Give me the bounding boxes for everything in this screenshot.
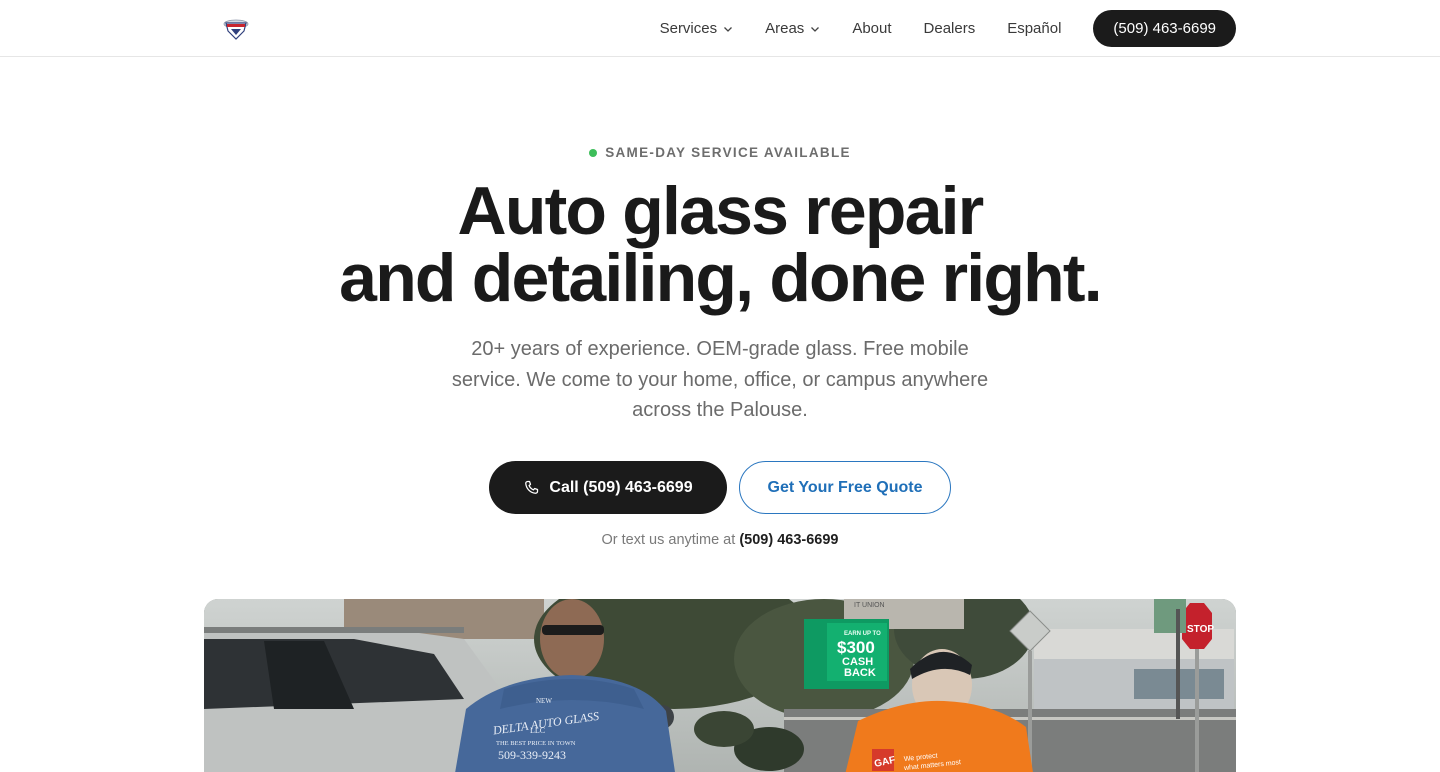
call-button-label: Call (509) 463-6699 — [549, 478, 693, 496]
building-sign-text: IT UNION — [854, 602, 885, 609]
headline-line-1: Auto glass repair — [457, 173, 985, 249]
nav-item-label: Español — [1007, 20, 1062, 37]
left-shirt-line-1: NEW — [536, 697, 552, 705]
left-shirt-line-4: THE BEST PRICE IN TOWN — [496, 740, 576, 747]
text-us-number[interactable]: (509) 463-6699 — [739, 532, 838, 548]
nav-item-dealers[interactable]: Dealers — [924, 20, 976, 37]
nav-phone-button[interactable]: (509) 463-6699 — [1093, 10, 1236, 47]
nav-item-label: About — [852, 20, 892, 37]
top-nav: Services Areas About Dealers Español (50… — [0, 0, 1440, 57]
nav-links: Services Areas About Dealers Español (50… — [660, 10, 1236, 47]
status-dot-icon — [589, 148, 598, 157]
eyebrow-text: SAME-DAY SERVICE AVAILABLE — [605, 145, 851, 160]
text-us-prefix: Or text us anytime at — [601, 532, 736, 548]
left-shirt-line-3: LLC — [530, 726, 545, 735]
hero-subtext: 20+ years of experience. OEM-grade glass… — [451, 338, 989, 421]
free-quote-button[interactable]: Get Your Free Quote — [739, 461, 951, 514]
green-sign-line-1: EARN UP TO — [844, 631, 881, 637]
green-sign-line-4: BACK — [844, 667, 876, 679]
headline-line-2: and detailing, done right. — [339, 240, 1102, 316]
hero-photo: IT UNION EARN UP TO $300 CASH BACK STOP — [204, 599, 1236, 772]
nav-item-areas[interactable]: Areas — [765, 20, 820, 37]
nav-item-label: Dealers — [923, 20, 976, 37]
text-us-line: Or text us anytime at (509) 463-6699 — [0, 532, 1440, 548]
chevron-down-icon — [811, 26, 820, 32]
green-sign-line-2: $300 — [837, 638, 875, 657]
phone-icon — [525, 480, 539, 494]
chevron-down-icon — [724, 26, 733, 32]
left-shirt-phone: 509-339-9243 — [498, 748, 566, 762]
nav-item-services[interactable]: Services — [660, 20, 734, 37]
call-button[interactable]: Call (509) 463-6699 — [489, 461, 727, 514]
nav-item-about[interactable]: About — [852, 20, 891, 37]
nav-item-label: Services — [659, 20, 718, 37]
nav-item-label: Areas — [765, 20, 805, 37]
hero-headline: Auto glass repair and detailing, done ri… — [0, 173, 1440, 316]
stop-sign-text: STOP — [1187, 624, 1214, 635]
nav-item-espanol[interactable]: Español — [1007, 20, 1061, 37]
service-badge: SAME-DAY SERVICE AVAILABLE — [0, 145, 1440, 160]
cta-row: Call (509) 463-6699 Get Your Free Quote — [0, 461, 1440, 514]
shield-logo-icon[interactable] — [222, 16, 250, 40]
hero-photo-scene: IT UNION EARN UP TO $300 CASH BACK STOP — [204, 599, 1236, 772]
